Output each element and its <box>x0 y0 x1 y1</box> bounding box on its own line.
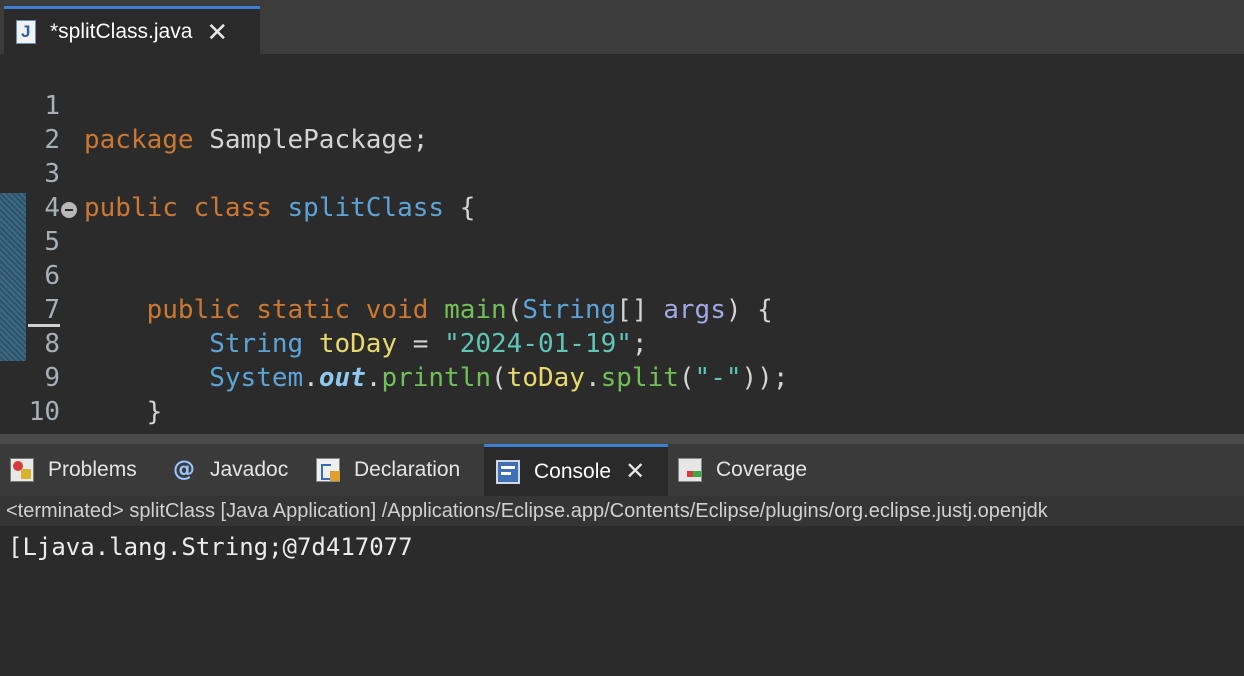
code-line-5: 5 public static void main(String[] args)… <box>0 191 1244 325</box>
tab-console-label: Console <box>534 459 612 483</box>
code-line-9: 9 } <box>0 327 1244 427</box>
coverage-icon <box>678 458 702 482</box>
declaration-icon <box>316 458 340 482</box>
tab-javadoc-label: Javadoc <box>210 458 289 481</box>
console-icon <box>496 459 520 484</box>
code-line-6: 6 <box>0 225 1244 291</box>
console-status-header: <terminated> splitClass [Java Applicatio… <box>0 496 1244 526</box>
view-tab-bar: Problems @ Javadoc Declaration Console ✕… <box>0 444 1244 496</box>
java-file-icon: J <box>16 19 36 44</box>
tab-declaration-label: Declaration <box>354 458 461 481</box>
problems-icon <box>10 458 34 482</box>
java-file-icon-letter: J <box>21 21 31 41</box>
code-line-2: 2 <box>0 89 1244 155</box>
tab-console[interactable]: Console ✕ <box>484 444 668 496</box>
editor-tab-bar: J *splitClass.java ✕ <box>0 0 1244 54</box>
editor-tab-label: *splitClass.java <box>50 19 193 43</box>
close-icon[interactable]: ✕ <box>206 19 228 45</box>
console-output: [Ljava.lang.String;@7d417077 <box>8 533 413 561</box>
tab-declaration[interactable]: Declaration <box>316 444 460 496</box>
tab-problems-label: Problems <box>48 458 137 481</box>
code-line-7: 7 String toDay = "2024-01-19"; <box>0 259 1244 359</box>
code-line-1: 1 package SamplePackage; <box>0 55 1244 155</box>
close-icon[interactable]: ✕ <box>625 459 645 484</box>
tab-javadoc[interactable]: @ Javadoc <box>172 444 288 496</box>
console-panel[interactable]: [Ljava.lang.String;@7d417077 <box>0 526 1244 676</box>
panel-sash[interactable] <box>0 434 1244 444</box>
tab-coverage-label: Coverage <box>716 458 808 481</box>
code-line-10: 10 } <box>0 361 1244 434</box>
code-editor[interactable]: 1 package SamplePackage; 2 3 public clas… <box>0 54 1244 434</box>
code-line-4: 4 <box>0 157 1244 223</box>
code-line-8: 8 System.out.println(toDay.split("-")); <box>0 293 1244 393</box>
tab-problems[interactable]: Problems <box>10 444 137 496</box>
editor-tab-splitclass-java[interactable]: J *splitClass.java ✕ <box>4 6 260 54</box>
fold-collapse-icon[interactable] <box>61 202 77 218</box>
code-line-3: 3 public class splitClass { <box>0 123 1244 223</box>
tab-coverage[interactable]: Coverage <box>678 444 807 496</box>
code-line-11: 11 <box>0 395 1244 434</box>
javadoc-icon: @ <box>173 457 195 482</box>
